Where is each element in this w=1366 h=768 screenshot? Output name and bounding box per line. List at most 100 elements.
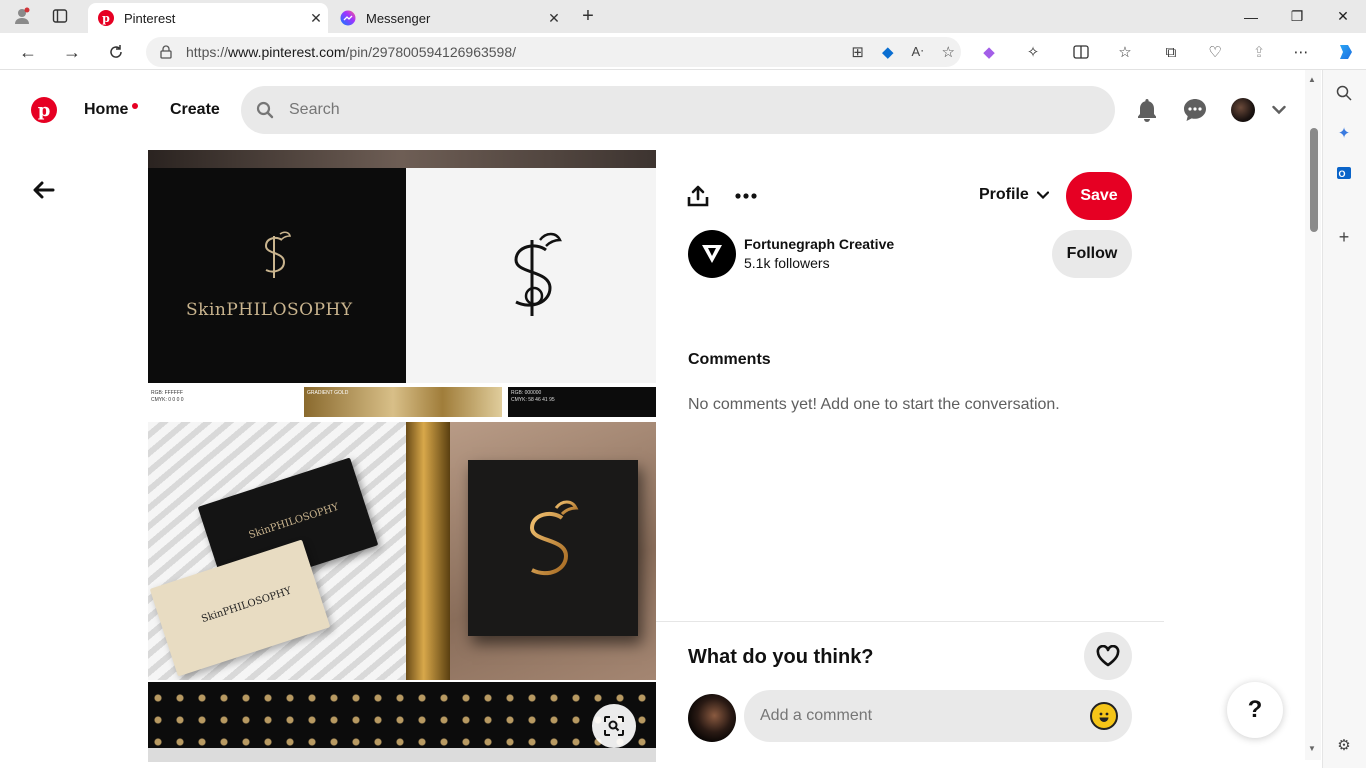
monogram-logo-black: [514, 232, 562, 316]
lens-icon: [604, 716, 624, 736]
gold-monogram-icon: [529, 500, 579, 584]
business-card-mockup: SkinPHILOSOPHY SkinPHILOSOPHY: [148, 422, 406, 680]
scroll-down-icon[interactable]: ▼: [1308, 744, 1316, 753]
black-gift-box: [468, 460, 638, 636]
nav-create[interactable]: Create: [170, 101, 220, 119]
copilot-icon[interactable]: [1334, 41, 1356, 63]
messages-chat-icon[interactable]: [1182, 97, 1208, 123]
browser-tab-bar: p Pinterest ✕ Messenger ✕ + — ❐ ✕: [0, 0, 1366, 33]
read-aloud-icon[interactable]: Aᐧ: [912, 44, 924, 60]
extension-copilot-icon[interactable]: ◆: [978, 41, 1000, 63]
cream-business-card: SkinPHILOSOPHY: [149, 539, 331, 677]
search-input[interactable]: [289, 101, 1069, 119]
profile-dropdown-label: Profile: [979, 186, 1029, 203]
back-arrow-icon[interactable]: [30, 178, 58, 202]
favorite-star-icon[interactable]: ☆: [942, 43, 955, 61]
my-avatar: [688, 694, 736, 742]
pin-image[interactable]: SkinPHILOSOPHY RGB: FFFFFF CMYK: 0 0 0 0…: [148, 150, 656, 762]
brand-wordmark: SkinPHILOSOPHY: [186, 300, 353, 320]
home-notification-dot: [132, 103, 138, 109]
tab-close-icon[interactable]: ✕: [542, 10, 566, 27]
box-mockup: [450, 422, 656, 680]
swatch-white: RGB: FFFFFF CMYK: 0 0 0 0: [148, 387, 300, 417]
chevron-down-icon: [1036, 191, 1049, 199]
search-bar[interactable]: [241, 86, 1115, 134]
creator-followers: 5.1k followers: [744, 255, 830, 271]
url-text: https://www.pinterest.com/pin/2978005941…: [186, 44, 517, 60]
scroll-up-icon[interactable]: ▲: [1308, 75, 1316, 84]
back-nav-icon[interactable]: ←: [14, 39, 42, 65]
feedback-prompt: What do you think?: [688, 646, 874, 668]
more-options-icon[interactable]: [734, 184, 758, 208]
pinterest-logo-icon[interactable]: p: [31, 97, 57, 123]
pin-closeup: SkinPHILOSOPHY RGB: FFFFFF CMYK: 0 0 0 0…: [148, 150, 1164, 762]
image-bottom-strip: [148, 748, 656, 762]
sidebar-add-icon[interactable]: +: [1333, 226, 1355, 248]
emoji-picker-icon[interactable]: [1090, 702, 1118, 730]
share-upload-icon[interactable]: [686, 184, 710, 208]
tab-close-icon[interactable]: ✕: [304, 10, 328, 27]
monogram-pattern: [148, 682, 656, 748]
share-icon[interactable]: ⇪: [1248, 41, 1270, 63]
shopping-tag-icon[interactable]: ◆: [882, 43, 894, 61]
tab-title: Messenger: [366, 10, 431, 26]
refresh-icon[interactable]: [102, 39, 130, 65]
minimize-button[interactable]: —: [1228, 0, 1274, 33]
edge-sidebar: ✦ O + ⚙: [1322, 70, 1366, 768]
tab-actions-icon[interactable]: [48, 5, 72, 27]
swatch-gold: GRADIENT GOLD: [304, 387, 502, 417]
comment-box[interactable]: [744, 690, 1132, 742]
nav-home[interactable]: Home: [84, 101, 128, 119]
help-button[interactable]: ?: [1227, 682, 1283, 738]
extensions-puzzle-icon[interactable]: ✧: [1022, 41, 1044, 63]
save-button[interactable]: Save: [1066, 172, 1132, 220]
comments-heading: Comments: [688, 351, 771, 368]
comment-input[interactable]: [760, 707, 1090, 725]
sidebar-outlook-icon[interactable]: O: [1333, 162, 1355, 184]
visual-search-lens-button[interactable]: [592, 704, 636, 748]
address-bar-row: ← → https://www.pinterest.com/pin/297800…: [0, 33, 1366, 70]
account-chevron-down-icon[interactable]: [1266, 97, 1292, 123]
heart-icon: [1096, 645, 1120, 667]
scrollbar-thumb[interactable]: [1310, 128, 1318, 232]
split-screen-icon[interactable]: [1070, 41, 1092, 63]
sidebar-search-icon[interactable]: [1333, 82, 1355, 104]
tab-title: Pinterest: [124, 10, 176, 26]
board-profile-dropdown[interactable]: Profile: [979, 186, 1049, 204]
logo-dark-panel: SkinPHILOSOPHY: [148, 168, 406, 383]
creator-avatar[interactable]: [688, 230, 736, 278]
creator-name[interactable]: Fortunegraph Creative: [744, 236, 894, 252]
pinterest-header: p Home Create: [0, 70, 1305, 150]
gold-stripe: [406, 422, 450, 680]
favorites-icon[interactable]: ☆: [1114, 41, 1136, 63]
tab-messenger[interactable]: Messenger ✕: [330, 3, 566, 33]
browser-essentials-icon[interactable]: ♡: [1204, 41, 1226, 63]
react-heart-button[interactable]: [1084, 632, 1132, 680]
divider: [656, 621, 1164, 622]
search-icon: [241, 101, 289, 119]
sidebar-settings-icon[interactable]: ⚙: [1333, 734, 1355, 756]
pin-details: Profile Save Fortunegraph Creative 5.1k …: [656, 150, 1164, 762]
profile-icon[interactable]: [10, 5, 34, 27]
restore-button[interactable]: ❐: [1274, 0, 1320, 33]
logo-light-panel: [406, 168, 656, 383]
forward-nav-icon[interactable]: →: [58, 39, 86, 65]
svg-text:O: O: [1338, 169, 1345, 179]
sidebar-copilot-icon[interactable]: ✦: [1333, 122, 1355, 144]
collections-icon[interactable]: ⧉: [1160, 41, 1182, 63]
apps-icon[interactable]: ⊞: [851, 43, 864, 61]
url-field[interactable]: https://www.pinterest.com/pin/2978005941…: [146, 37, 961, 67]
monogram-logo-gold: [264, 231, 292, 278]
new-tab-button[interactable]: +: [576, 5, 600, 27]
window-close-button[interactable]: ✕: [1320, 0, 1366, 33]
pinterest-favicon-icon: p: [98, 10, 114, 26]
notifications-bell-icon[interactable]: [1134, 97, 1160, 123]
settings-more-icon[interactable]: ⋯: [1290, 41, 1312, 63]
user-avatar[interactable]: [1231, 98, 1255, 122]
svg-text:p: p: [102, 12, 110, 25]
creator-logo-icon: [702, 245, 722, 263]
swatch-black: RGB: 000000 CMYK: 58 46 41 95: [508, 387, 656, 417]
image-top-strip: [148, 150, 656, 168]
tab-pinterest[interactable]: p Pinterest ✕: [88, 3, 328, 33]
follow-button[interactable]: Follow: [1052, 230, 1132, 278]
